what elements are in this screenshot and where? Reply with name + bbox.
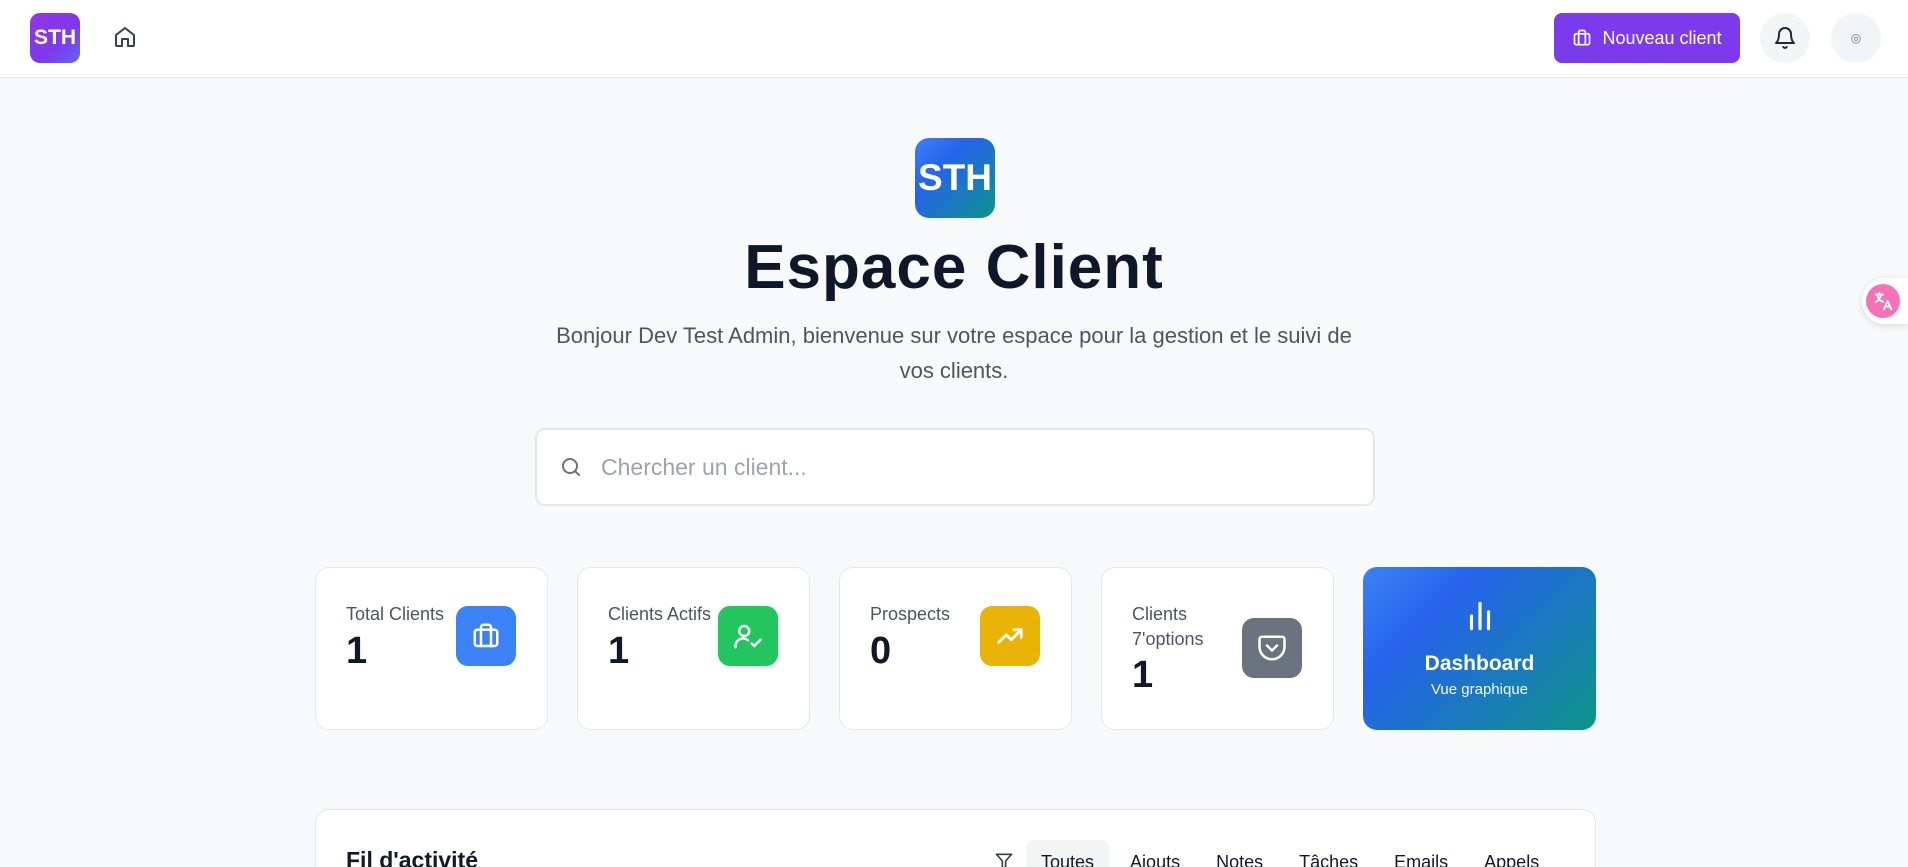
dashboard-card-title: Dashboard bbox=[1424, 652, 1535, 675]
filter-tab-emails[interactable]: Emails bbox=[1379, 840, 1463, 867]
new-client-label: Nouveau client bbox=[1602, 27, 1722, 48]
client-search-input[interactable] bbox=[601, 453, 1341, 481]
app-logo[interactable]: STH bbox=[30, 13, 80, 63]
filter-tab-additions[interactable]: Ajouts bbox=[1115, 840, 1195, 867]
client-search-box[interactable] bbox=[535, 428, 1375, 506]
stat-label: Clients 7'options bbox=[1132, 604, 1204, 649]
activity-title: Fil d'activité bbox=[346, 847, 479, 867]
filter-tab-calls[interactable]: Appels bbox=[1469, 840, 1554, 867]
notifications-button[interactable] bbox=[1760, 13, 1810, 63]
stat-value: 1 bbox=[608, 630, 630, 672]
stat-label: Clients Actifs bbox=[608, 604, 712, 624]
user-check-icon bbox=[718, 606, 778, 666]
stat-card-prospects: Prospects 0 bbox=[839, 567, 1072, 730]
activity-filter-tabs: Toutes Ajouts Notes Tâches Emails Appels bbox=[1026, 840, 1554, 867]
stat-card-total-clients: Total Clients 1 bbox=[315, 567, 548, 730]
welcome-message: Bonjour Dev Test Admin, bienvenue sur vo… bbox=[556, 323, 1352, 383]
briefcase-icon bbox=[1574, 29, 1591, 46]
user-avatar[interactable]: ◎ bbox=[1831, 13, 1881, 63]
stat-value: 1 bbox=[346, 630, 368, 672]
search-icon bbox=[562, 458, 580, 476]
top-navbar: STH Nouveau client ◎ bbox=[0, 0, 1908, 78]
hero-logo: STH bbox=[915, 138, 995, 218]
pocket-icon bbox=[1242, 618, 1302, 678]
filter-tab-all[interactable]: Toutes bbox=[1026, 840, 1110, 867]
filter-icon bbox=[995, 853, 1013, 867]
filter-tab-notes[interactable]: Notes bbox=[1201, 840, 1278, 867]
dashboard-card[interactable]: Dashboard Vue graphique bbox=[1363, 567, 1596, 730]
page-title: Espace Client bbox=[744, 233, 1164, 302]
stat-value: 0 bbox=[870, 630, 892, 672]
stat-card-options-clients: Clients 7'options 1 bbox=[1101, 567, 1334, 730]
stat-value: 1 bbox=[1132, 654, 1154, 696]
stat-label: Total Clients bbox=[346, 604, 445, 624]
bar-chart-icon bbox=[1469, 601, 1491, 631]
briefcase-icon bbox=[456, 606, 516, 666]
dashboard-card-subtitle: Vue graphique bbox=[1430, 681, 1529, 698]
bell-icon bbox=[1775, 27, 1795, 49]
home-button[interactable] bbox=[108, 20, 142, 54]
filter-tab-tasks[interactable]: Tâches bbox=[1284, 840, 1373, 867]
stat-label: Prospects bbox=[870, 604, 951, 624]
new-client-button[interactable]: Nouveau client bbox=[1554, 13, 1740, 63]
home-icon bbox=[115, 27, 135, 47]
activity-feed-panel: Fil d'activité Toutes Ajouts Notes Tâche… bbox=[315, 809, 1596, 867]
trending-up-icon bbox=[980, 606, 1040, 666]
stat-card-active-clients: Clients Actifs 1 bbox=[577, 567, 810, 730]
